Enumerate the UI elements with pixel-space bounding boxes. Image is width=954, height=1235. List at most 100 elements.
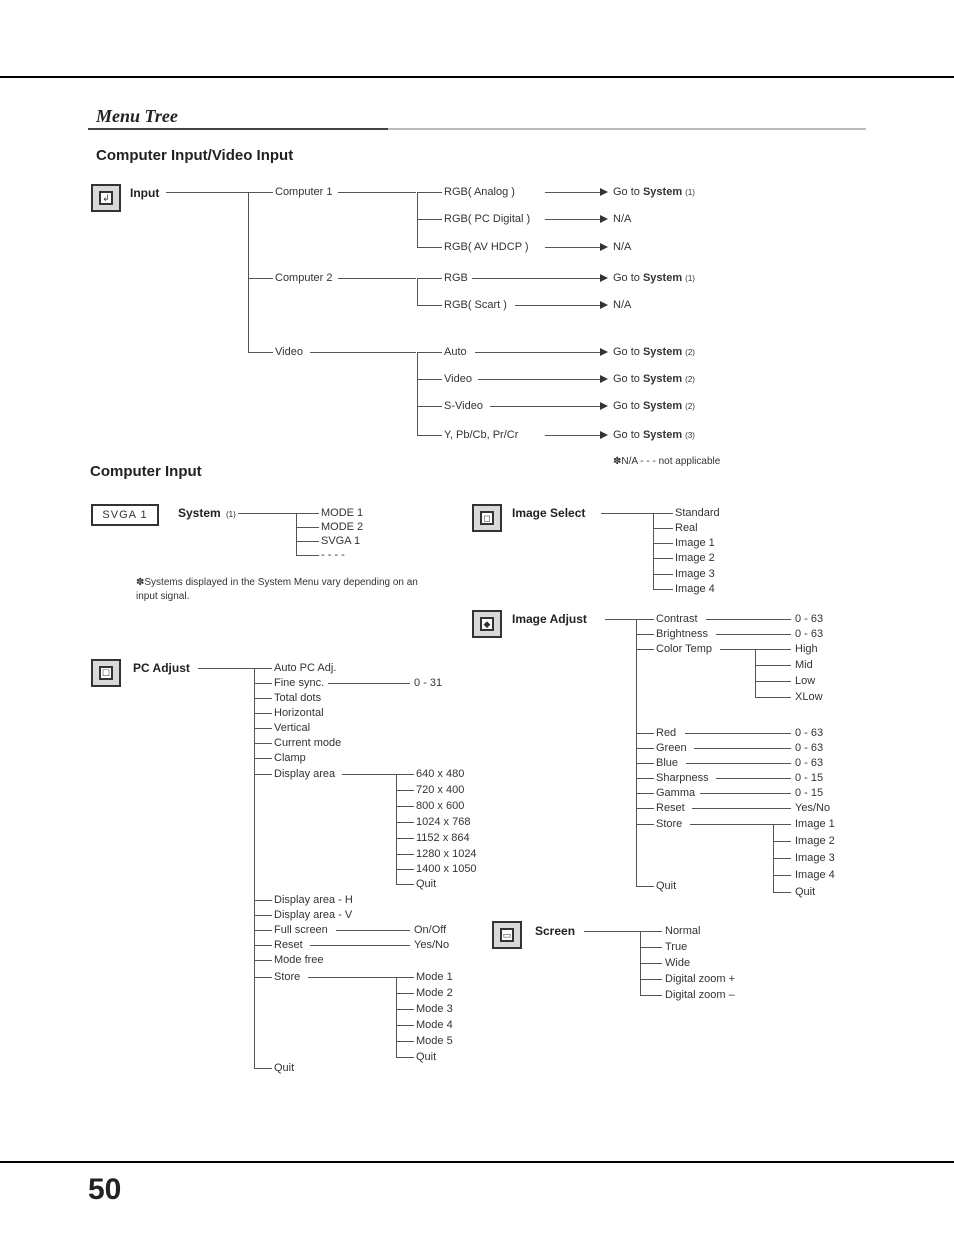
screen-2: Wide [665, 957, 690, 969]
img-store-2: Image 3 [795, 852, 835, 864]
rgb-scart: RGB( Scart ) [444, 299, 507, 311]
rgb-av-hdcp: RGB( AV HDCP ) [444, 241, 529, 253]
store-mode-3: Mode 4 [416, 1019, 453, 1031]
computer1-label: Computer 1 [275, 186, 332, 198]
red-val: 0 - 63 [795, 727, 823, 739]
arrow-icon [600, 431, 608, 439]
screen-0: Normal [665, 925, 700, 937]
img-reset: Reset [656, 802, 685, 814]
green: Green [656, 742, 687, 754]
store-mode-2: Mode 3 [416, 1003, 453, 1015]
imgsel-0: Standard [675, 507, 720, 519]
imgsel-3: Image 2 [675, 552, 715, 564]
rgb-pc-digital: RGB( PC Digital ) [444, 213, 530, 225]
display-area-h: Display area - H [274, 894, 353, 906]
pc-adjust-icon: ☐ [91, 659, 121, 687]
arrow-icon [600, 243, 608, 251]
img-store-3: Image 4 [795, 869, 835, 881]
ct-mid: Mid [795, 659, 813, 671]
goto-system2-c: Go to System (2) [613, 400, 695, 412]
arrow-icon [600, 402, 608, 410]
img-reset-val: Yes/No [795, 802, 830, 814]
green-val: 0 - 63 [795, 742, 823, 754]
arrow-icon [600, 375, 608, 383]
fine-sync-val: 0 - 31 [414, 677, 442, 689]
computer2-label: Computer 2 [275, 272, 332, 284]
contrast: Contrast [656, 613, 698, 625]
res-6: 1400 x 1050 [416, 863, 477, 875]
screen-icon: ▭ [492, 921, 522, 949]
computer-input-video-input-heading: Computer Input/Video Input [96, 147, 293, 164]
sharpness: Sharpness [656, 772, 709, 784]
na-1: N/A [613, 213, 631, 225]
input-label: Input [130, 186, 159, 200]
rgb-analog: RGB( Analog ) [444, 186, 515, 198]
pc-adjust-label: PC Adjust [133, 661, 190, 675]
arrow-icon [600, 188, 608, 196]
image-adjust-icon: ◆ [472, 610, 502, 638]
goto-system1-b: Go to System (1) [613, 272, 695, 284]
res-4: 1152 x 864 [416, 832, 470, 844]
system-dashes: - - - - [321, 549, 345, 561]
vertical: Vertical [274, 722, 310, 734]
video-auto: Auto [444, 346, 467, 358]
pc-store: Store [274, 971, 300, 983]
arrow-icon [600, 348, 608, 356]
res-7: Quit [416, 878, 436, 890]
image-adjust-label: Image Adjust [512, 612, 587, 626]
input-icon: ↲ [91, 184, 121, 212]
imgsel-2: Image 1 [675, 537, 715, 549]
imgsel-4: Image 3 [675, 568, 715, 580]
system-sub: (1) [226, 510, 236, 519]
screen-1: True [665, 941, 687, 953]
display-area: Display area [274, 768, 335, 780]
store-mode-4: Mode 5 [416, 1035, 453, 1047]
full-screen-val: On/Off [414, 924, 446, 936]
system-svga1: SVGA 1 [321, 535, 360, 547]
screen-4: Digital zoom – [665, 989, 735, 1001]
blue: Blue [656, 757, 678, 769]
ct-low: Low [795, 675, 815, 687]
res-2: 800 x 600 [416, 800, 464, 812]
res-1: 720 x 400 [416, 784, 464, 796]
display-area-v: Display area - V [274, 909, 352, 921]
video-label: Video [275, 346, 303, 358]
arrow-icon [600, 215, 608, 223]
total-dots: Total dots [274, 692, 321, 704]
ct-xlow: XLow [795, 691, 823, 703]
res-5: 1280 x 1024 [416, 848, 477, 860]
goto-system3: Go to System (3) [613, 429, 695, 441]
store-mode-1: Mode 2 [416, 987, 453, 999]
contrast-val: 0 - 63 [795, 613, 823, 625]
pc-reset: Reset [274, 939, 303, 951]
video-svideo: S-Video [444, 400, 483, 412]
img-store-1: Image 2 [795, 835, 835, 847]
store-mode-0: Mode 1 [416, 971, 453, 983]
screen-3: Digital zoom + [665, 973, 735, 985]
system-footnote: ✽Systems displayed in the System Menu va… [136, 576, 436, 604]
res-0: 640 x 480 [416, 768, 464, 780]
clamp: Clamp [274, 752, 306, 764]
sharpness-val: 0 - 15 [795, 772, 823, 784]
horizontal: Horizontal [274, 707, 324, 719]
brightness: Brightness [656, 628, 708, 640]
menu-tree-title: Menu Tree [96, 106, 178, 127]
img-store: Store [656, 818, 682, 830]
color-temp: Color Temp [656, 643, 712, 655]
screen-label: Screen [535, 924, 575, 938]
res-3: 1024 x 768 [416, 816, 470, 828]
image-select-label: Image Select [512, 506, 585, 520]
img-store-0: Image 1 [795, 818, 835, 830]
img-quit: Quit [656, 880, 676, 892]
system-mode2: MODE 2 [321, 521, 363, 533]
fine-sync: Fine sync. [274, 677, 324, 689]
current-mode: Current mode [274, 737, 341, 749]
system-label: System [178, 506, 221, 520]
computer-input-heading: Computer Input [90, 463, 202, 480]
system-mode1: MODE 1 [321, 507, 363, 519]
gamma: Gamma [656, 787, 695, 799]
rgb: RGB [444, 272, 468, 284]
auto-pc-adj: Auto PC Adj. [274, 662, 336, 674]
na-note: ✽N/A - - - not applicable [613, 456, 720, 467]
arrow-icon [600, 301, 608, 309]
